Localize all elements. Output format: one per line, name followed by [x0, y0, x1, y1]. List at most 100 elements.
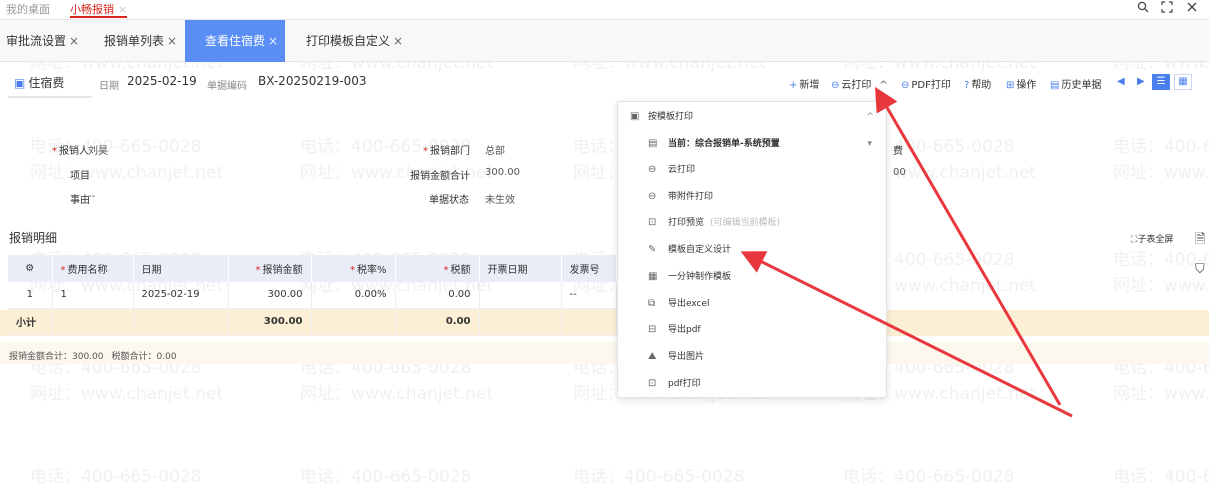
- subtotal-tax: 0.00: [395, 308, 480, 335]
- chevron-up-icon: ^: [879, 80, 888, 91]
- date-label: 日期: [99, 81, 119, 92]
- fullscreen-icon[interactable]: [1157, 1, 1177, 19]
- menu-one-minute-template[interactable]: ▦ 一分钟制作模板: [618, 266, 886, 288]
- amount-label: 报销金额合计: [410, 171, 470, 182]
- excel-icon: ⧉: [648, 298, 656, 309]
- menu-print-preview[interactable]: ⊡ 打印预览 (可编辑当前模板): [618, 212, 886, 234]
- tab-print-template[interactable]: 打印模板自定义 ×: [300, 20, 409, 62]
- tab-view-lodging[interactable]: 查看住宿费 ×: [185, 20, 285, 62]
- help-icon: ?: [964, 80, 970, 91]
- pdf-print-icon: ⊡: [648, 378, 657, 389]
- subtotal-row: 小计 300.00 0.00: [8, 308, 617, 335]
- subtotal-label: 小计: [8, 308, 53, 335]
- app-tab-bar: [0, 0, 1209, 20]
- menu-template-custom-design[interactable]: ✎ 模板自定义设计: [618, 239, 886, 261]
- watermark-phone: 电话：400-665-0028: [300, 467, 472, 487]
- status-value: 未生效: [485, 195, 515, 206]
- watermark-phone: 电话：400-665-0028: [1113, 467, 1209, 487]
- cloud-print-button[interactable]: ⊖ 云打印 ^: [831, 76, 888, 91]
- settings-icon[interactable]: ⚙: [8, 255, 53, 282]
- menu-current-template[interactable]: ▤ 当前：综合报销单-系统预置 ▾: [618, 133, 886, 155]
- menu-pdf-print[interactable]: ⊡ pdf打印: [618, 373, 886, 395]
- close-icon[interactable]: ×: [393, 34, 403, 48]
- app-tab-desktop[interactable]: 我的桌面: [6, 2, 50, 18]
- col-header: * 费用名称: [52, 255, 134, 282]
- help-button[interactable]: ? 帮助: [964, 76, 991, 91]
- cloud-print-icon: ⊖: [831, 80, 840, 91]
- close-icon[interactable]: ×: [268, 34, 278, 48]
- subtotal-amount: 300.00: [228, 308, 312, 335]
- history-icon: ▤: [1050, 80, 1060, 91]
- close-icon[interactable]: ×: [118, 3, 127, 16]
- shield-icon[interactable]: ⛉: [1195, 262, 1209, 282]
- watermark-phone: 电话：400-665-0028: [573, 467, 745, 487]
- status-label: 单据状态: [429, 195, 469, 206]
- note-icon[interactable]: 🗎: [1195, 230, 1209, 250]
- reason-value: --: [88, 191, 96, 202]
- extra-value: 00: [893, 167, 906, 178]
- menu-print-with-attachment[interactable]: ⊖ 带附件打印: [618, 186, 886, 208]
- date-value: 2025-02-19: [127, 74, 197, 88]
- pdf-print-icon: ⊖: [901, 80, 910, 91]
- history-button[interactable]: ▤ 历史单据: [1050, 76, 1101, 91]
- cell-tax: 0.00: [395, 282, 480, 309]
- menu-header-template-print[interactable]: ▣ 按模板打印 ^: [618, 106, 886, 128]
- project-label: 项目: [70, 171, 90, 182]
- col-header: * 税额: [395, 255, 480, 282]
- doc-title: ▣ 住宿费: [14, 76, 65, 90]
- print-dropdown-menu: ▣ 按模板打印 ^ ▤ 当前：综合报销单-系统预置 ▾ ⊖ 云打印 ⊖ 带附件打印 ⊡ 打印预…: [617, 101, 887, 398]
- chevron-down-icon: ▾: [867, 139, 872, 149]
- new-button[interactable]: + 新增: [789, 76, 819, 91]
- menu-export-image[interactable]: ⛰ 导出图片: [618, 346, 886, 368]
- cell-amount: 300.00: [228, 282, 312, 309]
- file-icon: ▤: [648, 138, 658, 149]
- printer-icon: ⊖: [648, 191, 657, 202]
- dept-value: 总部: [485, 146, 505, 157]
- watermark-phone: 电话：400-665-0028: [843, 467, 1015, 487]
- extra-label: 费: [893, 146, 903, 157]
- code-value: BX-20250219-003: [258, 74, 367, 88]
- table-row[interactable]: 1 1 2025-02-19 300.00 0.00% 0.00 --: [8, 282, 617, 309]
- cell-name: 1: [52, 282, 134, 309]
- tab-approval-settings[interactable]: 审批流设置 ×: [0, 20, 85, 62]
- pdf-print-button[interactable]: ⊖ PDF打印: [901, 76, 951, 91]
- template-icon: ▦: [648, 271, 658, 282]
- cell-rate: 0.00%: [311, 282, 396, 309]
- watermark-site: 网址：www.chanjet.net: [1113, 163, 1209, 183]
- tab-reimburse-list[interactable]: 报销单列表 ×: [98, 20, 183, 62]
- prev-arrow-icon[interactable]: ◀: [1117, 76, 1125, 87]
- list-view-icon[interactable]: ☰: [1152, 74, 1170, 90]
- preview-icon: ⊡: [648, 217, 657, 228]
- col-header: * 税率%: [311, 255, 396, 282]
- col-header: 发票号: [561, 255, 617, 282]
- plus-icon: +: [789, 80, 798, 91]
- close-icon[interactable]: ×: [69, 34, 79, 48]
- watermark-phone: 电话：400-665-0028: [1113, 137, 1209, 157]
- fullscreen-subtable-button[interactable]: ⛶子表全屏: [1131, 232, 1173, 245]
- design-icon: ✎: [648, 244, 657, 255]
- close-icon[interactable]: ×: [167, 34, 177, 48]
- operate-button[interactable]: ⊞ 操作: [1006, 76, 1036, 91]
- applicant-label: * 报销人: [52, 146, 89, 157]
- col-header: * 报销金额: [228, 255, 312, 282]
- menu-export-pdf[interactable]: ⊟ 导出pdf: [618, 319, 886, 341]
- cell-invoice-date: [479, 282, 562, 309]
- watermark-phone: 电话：400-665-0028: [30, 467, 202, 487]
- watermark-site: 网址：www.chanjet.net: [300, 384, 494, 404]
- app-tab-reimburse[interactable]: 小畅报销 ×: [70, 2, 128, 18]
- menu-export-excel[interactable]: ⧉ 导出excel: [618, 293, 886, 315]
- card-view-icon[interactable]: ▦: [1174, 74, 1192, 90]
- detail-table: ⚙ * 费用名称 日期 * 报销金额 * 税率% * 税额 开票日期 发票号 1 1 2…: [8, 255, 617, 335]
- cloud-print-icon: ⊖: [648, 164, 657, 175]
- col-header: 开票日期: [479, 255, 562, 282]
- search-icon[interactable]: [1133, 1, 1153, 19]
- pdf-icon: ⊟: [648, 324, 657, 335]
- next-arrow-icon[interactable]: ▶: [1137, 76, 1145, 87]
- watermark-site: 网址：www.chanjet.net: [30, 384, 224, 404]
- document-icon: ▣: [14, 76, 26, 90]
- close-icon[interactable]: [1182, 1, 1202, 19]
- cell-invoice-no: --: [561, 282, 617, 309]
- detail-title: 报销明细: [9, 231, 58, 245]
- dept-label: * 报销部门: [423, 146, 470, 157]
- menu-cloud-print[interactable]: ⊖ 云打印: [618, 159, 886, 181]
